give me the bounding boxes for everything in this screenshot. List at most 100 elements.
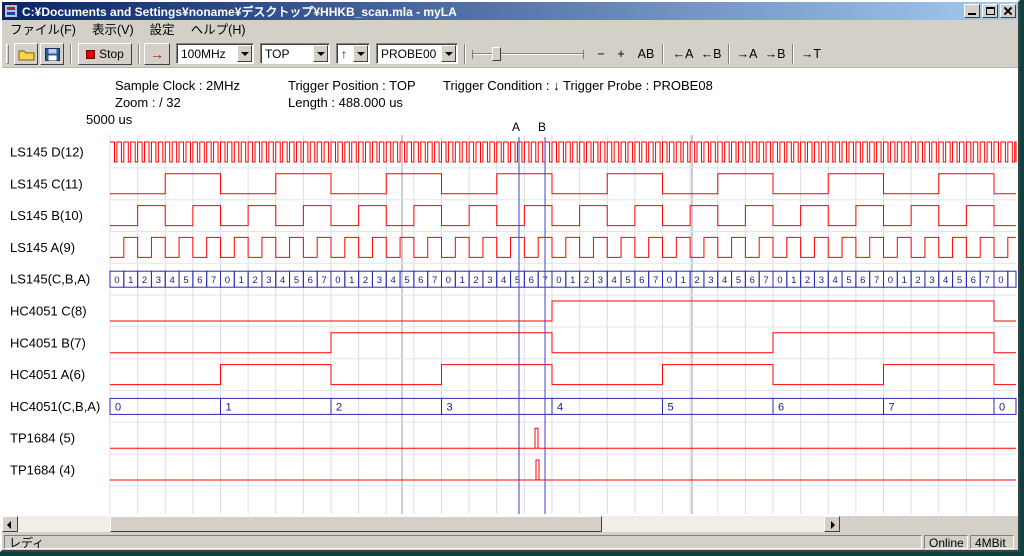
channel-label: HC4051 C(8) [10, 304, 87, 319]
clock-combobox[interactable]: 100MHz [176, 43, 254, 64]
toolbar: Stop → 100MHz TOP ↑ PROBE00 − + AB [2, 40, 1018, 68]
bus-value: 2 [805, 275, 810, 286]
bus-value: 6 [750, 275, 755, 286]
bus-value: 5 [736, 275, 741, 286]
bus-value: 4 [501, 275, 506, 286]
zoom-slider[interactable] [472, 46, 584, 62]
bus-value: 2 [336, 401, 342, 413]
stop-button[interactable]: Stop [78, 43, 132, 65]
channel-label: HC4051 A(6) [10, 367, 85, 382]
bus-value: 2 [142, 275, 147, 286]
bus-value: 0 [335, 275, 340, 286]
titlebar[interactable]: C:¥Documents and Settings¥noname¥デスクトップ¥… [2, 2, 1018, 20]
bus-value: 3 [266, 275, 271, 286]
channel-label: LS145 A(9) [10, 240, 75, 255]
save-button[interactable] [40, 43, 64, 65]
cursor-label: B [538, 120, 546, 134]
goto-a-left-button[interactable]: ←A [670, 44, 696, 64]
trigger-pos-combobox[interactable]: TOP [260, 43, 330, 64]
chevron-down-icon[interactable] [353, 45, 368, 62]
toolbar-separator [728, 44, 730, 64]
bus-value: 0 [446, 275, 451, 286]
window-controls [964, 4, 1016, 18]
goto-b-right-button[interactable]: →B [762, 44, 788, 64]
status-message: レディ [4, 535, 922, 549]
bus-value: 5 [668, 401, 674, 413]
slider-thumb[interactable] [492, 47, 501, 61]
goto-b-left-button[interactable]: ←B [698, 44, 724, 64]
bus-value: 1 [460, 275, 465, 286]
bus-value: 2 [363, 275, 368, 286]
length-label: Length : 488.000 us [288, 95, 403, 110]
bus-cell [1008, 271, 1016, 287]
zoom-out-button[interactable]: − [592, 44, 610, 64]
close-button[interactable] [1000, 4, 1016, 18]
bus-value: 6 [529, 275, 534, 286]
toolbar-grip[interactable] [6, 44, 9, 64]
open-button[interactable] [14, 43, 38, 65]
menu-item-help[interactable]: ヘルプ(H) [183, 20, 254, 40]
bus-value: 6 [860, 275, 865, 286]
waveform-display[interactable]: LS145 D(12)LS145 C(11)LS145 B(10)LS145 A… [2, 116, 1018, 516]
bus-value: 6 [639, 275, 644, 286]
probe-value: PROBE00 [381, 47, 436, 61]
bus-value: 7 [432, 275, 437, 286]
waveform [110, 174, 1016, 194]
channel-label: HC4051 B(7) [10, 335, 86, 350]
bus-value: 1 [902, 275, 907, 286]
close-icon [1003, 6, 1013, 16]
bus-value: 0 [225, 275, 230, 286]
waveform [110, 301, 1016, 321]
waveform [110, 365, 1016, 385]
bus-value: 1 [349, 275, 354, 286]
stop-label: Stop [99, 47, 124, 61]
chevron-down-icon[interactable] [237, 45, 252, 62]
scroll-right-button[interactable] [824, 516, 840, 532]
bus-value: 5 [625, 275, 630, 286]
bus-value: 0 [888, 275, 893, 286]
minimize-icon [968, 13, 976, 15]
open-folder-icon [18, 48, 35, 61]
bus-value: 5 [846, 275, 851, 286]
zoom-in-button[interactable]: + [612, 44, 630, 64]
bus-value: 2 [473, 275, 478, 286]
bus-value: 2 [252, 275, 257, 286]
run-button[interactable]: → [144, 43, 170, 65]
bus-value: 3 [819, 275, 824, 286]
trigger-condition-label: Trigger Condition : ↓ [443, 78, 560, 93]
probe-combobox[interactable]: PROBE00 [376, 43, 458, 64]
bus-value: 0 [999, 401, 1005, 413]
bus-value: 6 [418, 275, 423, 286]
scroll-left-button[interactable] [2, 516, 18, 532]
bus-value: 5 [294, 275, 299, 286]
toolbar-separator [138, 44, 140, 64]
bus-value: 4 [612, 275, 617, 286]
horizontal-scrollbar[interactable] [2, 516, 840, 532]
scroll-thumb[interactable] [110, 516, 602, 532]
goto-trigger-button[interactable]: →T [798, 44, 824, 64]
bus-value: 4 [833, 275, 838, 286]
slider-track[interactable] [472, 53, 584, 55]
chevron-down-icon[interactable] [441, 45, 456, 62]
bus-value: 2 [694, 275, 699, 286]
bus-value: 1 [791, 275, 796, 286]
ab-cursors-button[interactable]: AB [634, 44, 658, 64]
bus-value: 4 [722, 275, 727, 286]
bus-value: 1 [681, 275, 686, 286]
menu-item-view[interactable]: 表示(V) [84, 20, 142, 40]
menu-item-settings[interactable]: 設定 [142, 20, 183, 40]
bus-value: 4 [391, 275, 396, 286]
channel-label: LS145(C,B,A) [10, 272, 90, 287]
goto-a-right-button[interactable]: →A [734, 44, 760, 64]
clock-value: 100MHz [181, 47, 226, 61]
bus-value: 1 [570, 275, 575, 286]
maximize-button[interactable] [982, 4, 998, 18]
cursor-label: A [512, 120, 520, 134]
bus-value: 1 [226, 401, 232, 413]
edge-combobox[interactable]: ↑ [336, 43, 370, 64]
right-arrow-icon [831, 521, 835, 529]
bus-value: 4 [170, 275, 175, 286]
chevron-down-icon[interactable] [313, 45, 328, 62]
minimize-button[interactable] [964, 4, 980, 18]
menu-item-file[interactable]: ファイル(F) [2, 20, 84, 40]
